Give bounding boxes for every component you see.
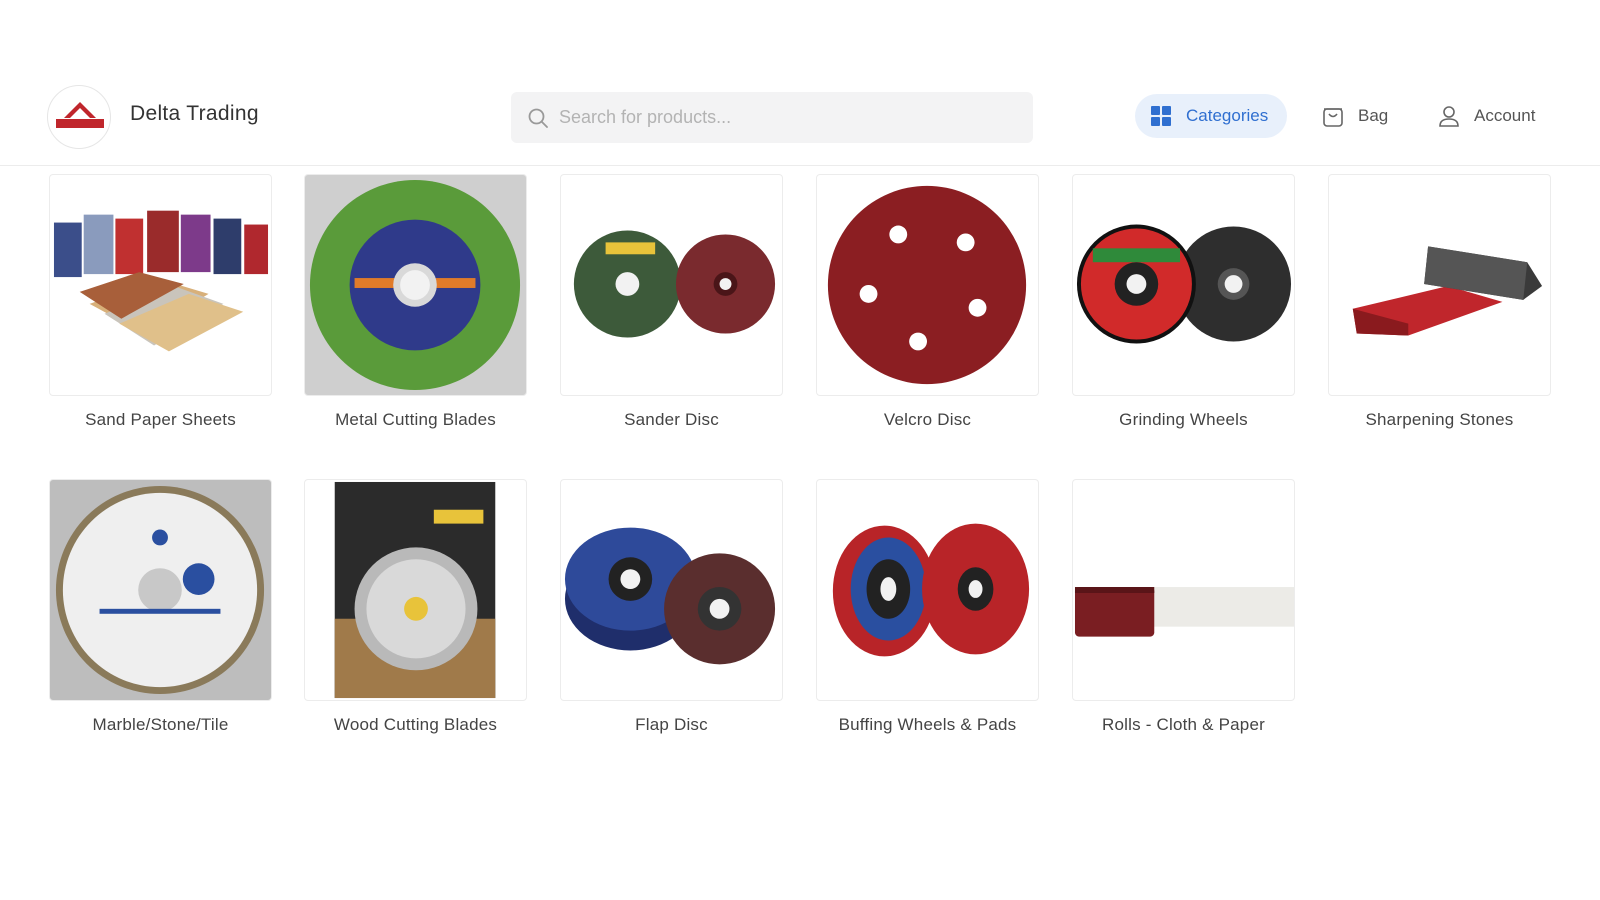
category-image[interactable] (304, 479, 527, 701)
category-image[interactable] (1072, 174, 1295, 396)
category-image[interactable] (49, 479, 272, 701)
category-image[interactable] (816, 174, 1039, 396)
category-label[interactable]: Velcro Disc (816, 410, 1039, 430)
category-label[interactable]: Rolls - Cloth & Paper (1072, 715, 1295, 735)
category-image[interactable] (560, 174, 783, 396)
category-card-buffing-wheels-pads[interactable]: Buffing Wheels & Pads (816, 479, 1039, 735)
category-card-sander-disc[interactable]: Sander Disc (560, 174, 783, 430)
category-card-wood-cutting-blades[interactable]: Wood Cutting Blades (304, 479, 527, 735)
site-header: Delta Trading Categories Bag (0, 80, 1600, 166)
category-card-rolls-cloth-paper[interactable]: Rolls - Cloth & Paper (1072, 479, 1295, 735)
category-card-velcro-disc[interactable]: Velcro Disc (816, 174, 1039, 430)
category-label[interactable]: Sharpening Stones (1328, 410, 1551, 430)
category-image[interactable] (1072, 479, 1295, 701)
category-label[interactable]: Grinding Wheels (1072, 410, 1295, 430)
user-icon (1436, 103, 1462, 129)
category-label[interactable]: Wood Cutting Blades (304, 715, 527, 735)
brand-name[interactable]: Delta Trading (130, 102, 259, 126)
category-card-grinding-wheels[interactable]: Grinding Wheels (1072, 174, 1295, 430)
category-image[interactable] (1328, 174, 1551, 396)
bag-button[interactable]: Bag (1320, 94, 1388, 138)
category-card-sharpening-stones[interactable]: Sharpening Stones (1328, 174, 1551, 430)
category-label[interactable]: Sand Paper Sheets (49, 410, 272, 430)
category-label[interactable]: Flap Disc (560, 715, 783, 735)
category-image[interactable] (49, 174, 272, 396)
category-card-metal-cutting-blades[interactable]: Metal Cutting Blades (304, 174, 527, 430)
search-bar[interactable] (511, 92, 1033, 143)
categories-label: Categories (1186, 106, 1269, 125)
search-icon (528, 108, 548, 128)
category-label[interactable]: Marble/Stone/Tile (49, 715, 272, 735)
bag-label: Bag (1358, 106, 1389, 125)
delta-logo-icon (56, 102, 104, 128)
category-label[interactable]: Sander Disc (560, 410, 783, 430)
brand-logo[interactable] (47, 85, 111, 149)
categories-button[interactable]: Categories (1135, 94, 1287, 138)
category-card-sand-paper-sheets[interactable]: Sand Paper Sheets (49, 174, 272, 430)
category-card-marble-stone-tile[interactable]: Marble/Stone/Tile (49, 479, 272, 735)
search-input[interactable] (559, 92, 1019, 143)
category-card-flap-disc[interactable]: Flap Disc (560, 479, 783, 735)
bag-icon (1320, 103, 1346, 129)
category-image[interactable] (816, 479, 1039, 701)
category-label[interactable]: Buffing Wheels & Pads (816, 715, 1039, 735)
account-label: Account (1474, 106, 1536, 125)
grid-icon (1148, 103, 1174, 129)
category-image[interactable] (304, 174, 527, 396)
account-button[interactable]: Account (1436, 94, 1535, 138)
category-label[interactable]: Metal Cutting Blades (304, 410, 527, 430)
category-image[interactable] (560, 479, 783, 701)
